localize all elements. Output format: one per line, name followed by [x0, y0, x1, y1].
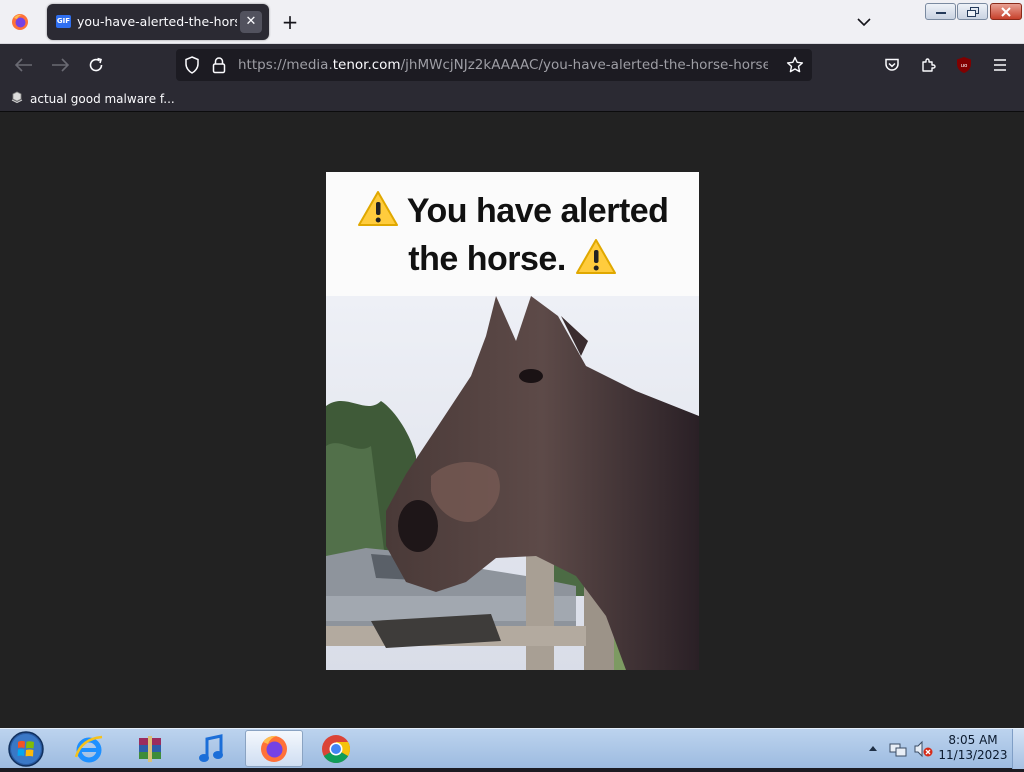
gif-caption: You have alerted the horse. — [326, 172, 699, 296]
volume-muted-icon[interactable] — [913, 740, 933, 762]
caption-text-2: the horse. — [408, 240, 566, 278]
shield-icon[interactable] — [184, 56, 200, 78]
bookmark-label: actual good malware f... — [30, 92, 175, 106]
gif-favicon-icon: GIF — [56, 15, 71, 28]
caption-line-2: the horse. — [326, 238, 699, 285]
show-hidden-icons-icon[interactable] — [868, 741, 878, 756]
caption-line-1: You have alerted — [326, 190, 699, 237]
restore-button[interactable] — [957, 3, 988, 20]
firefox-taskbar-icon[interactable] — [245, 730, 303, 767]
bookmark-star-icon[interactable] — [786, 56, 804, 78]
winrar-icon[interactable] — [121, 730, 179, 767]
ublock-origin-icon[interactable]: uo — [951, 52, 977, 78]
close-window-button[interactable] — [990, 3, 1022, 20]
chevron-down-icon[interactable] — [852, 10, 876, 34]
url-path: /jhMWcjNJz2kAAAAC/you-have-alerted-the-h… — [400, 57, 768, 73]
clock-time: 8:05 AM — [948, 733, 998, 747]
reload-icon[interactable] — [83, 52, 109, 78]
system-clock[interactable]: 8:05 AM 11/13/2023 — [934, 733, 1012, 763]
internet-explorer-icon[interactable] — [60, 730, 118, 767]
forward-arrow-icon[interactable] — [47, 52, 73, 78]
bookmark-item[interactable]: actual good malware f... — [10, 89, 175, 109]
url-host: tenor.com — [332, 57, 401, 73]
bookmark-favicon-icon — [10, 90, 24, 108]
windows-taskbar: 8:05 AM 11/13/2023 — [0, 728, 1024, 769]
warning-icon — [357, 190, 399, 237]
network-icon[interactable] — [889, 740, 907, 762]
svg-text:uo: uo — [961, 63, 968, 69]
url-text[interactable]: https://media.tenor.com/jhMWcjNJz2kAAAAC… — [238, 57, 768, 75]
pocket-icon[interactable] — [879, 52, 905, 78]
tab-strip: GIF you-have-alerted-the-horse-h ✕ + — [0, 0, 1024, 44]
hamburger-menu-icon[interactable] — [987, 52, 1013, 78]
tab-close-icon[interactable]: ✕ — [240, 11, 262, 33]
warning-icon — [575, 238, 617, 285]
page-content: You have alerted the horse. — [0, 112, 1024, 728]
chrome-icon[interactable] — [307, 730, 365, 767]
new-tab-button[interactable]: + — [278, 10, 302, 34]
itunes-icon[interactable] — [182, 730, 240, 767]
clock-date: 11/13/2023 — [938, 748, 1008, 762]
back-arrow-icon[interactable] — [11, 52, 37, 78]
caption-text-1: You have alerted — [406, 192, 669, 230]
start-button[interactable] — [6, 730, 46, 768]
url-bar[interactable]: https://media.tenor.com/jhMWcjNJz2kAAAAC… — [176, 49, 812, 81]
lock-icon[interactable] — [212, 56, 226, 78]
tab-title: you-have-alerted-the-horse-h — [77, 14, 237, 29]
active-tab[interactable]: GIF you-have-alerted-the-horse-h ✕ — [47, 4, 269, 40]
horse-gif-image: You have alerted the horse. — [326, 172, 699, 670]
navigation-toolbar: https://media.tenor.com/jhMWcjNJz2kAAAAC… — [0, 44, 1024, 86]
horse-photo — [326, 296, 699, 670]
show-desktop-button[interactable] — [1012, 729, 1024, 769]
extensions-icon[interactable] — [915, 52, 941, 78]
url-prefix: https://media. — [238, 57, 333, 73]
bookmarks-toolbar: actual good malware f... — [0, 86, 1024, 112]
firefox-logo-icon[interactable] — [8, 10, 32, 34]
minimize-button[interactable] — [925, 3, 956, 20]
